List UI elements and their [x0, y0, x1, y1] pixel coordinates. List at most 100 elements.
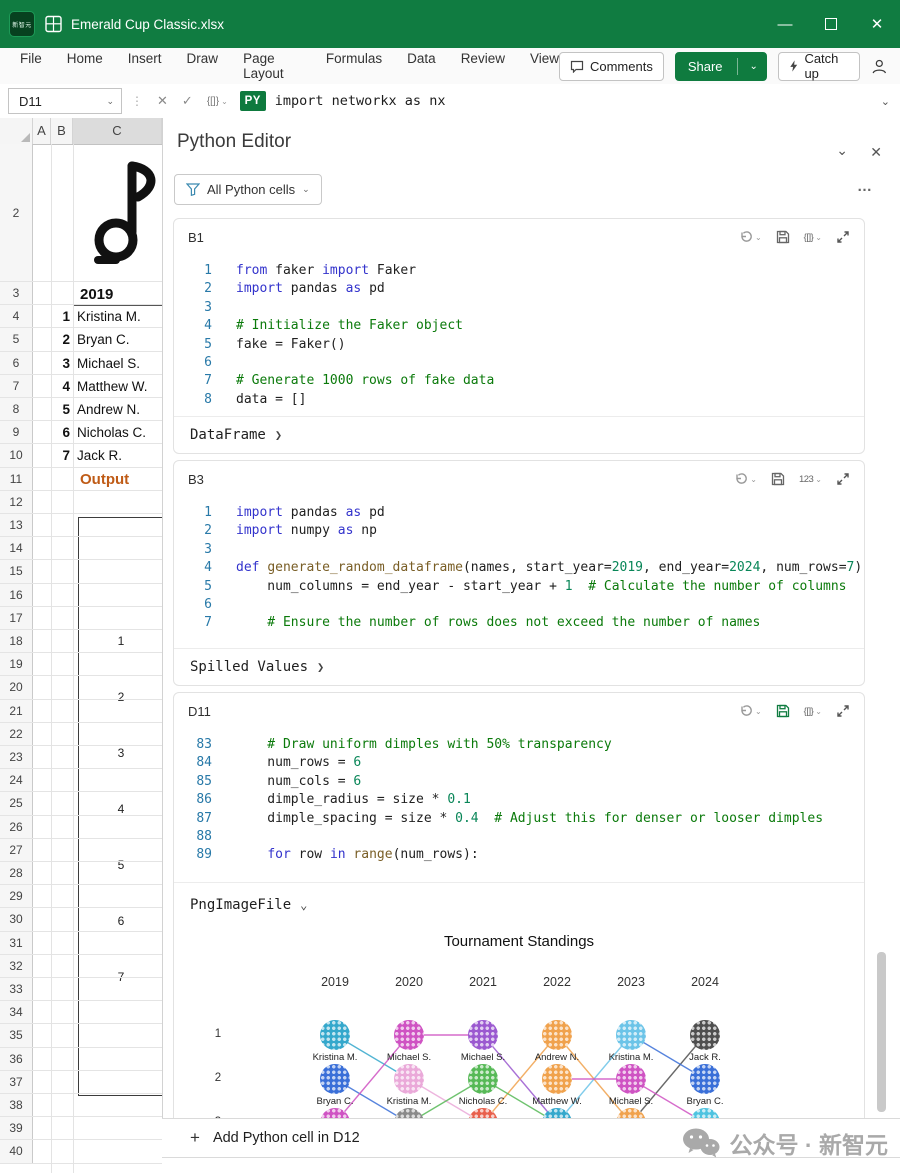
- row-header-8[interactable]: 8: [0, 398, 33, 420]
- share-dropdown-icon[interactable]: ⌄: [744, 61, 766, 72]
- python-cell-card-D11[interactable]: D11⌄{[]}⌄83 # Draw uniform dimples with …: [173, 692, 865, 1162]
- ribbon-tab-data[interactable]: Data: [407, 51, 436, 81]
- result-type-icon[interactable]: 123⌄: [799, 474, 822, 485]
- cell-output-row[interactable]: DataFrame❯: [174, 416, 864, 453]
- cell-player-name[interactable]: Nicholas C.: [77, 421, 146, 444]
- row-header-25[interactable]: 25: [0, 792, 33, 814]
- row-header-3[interactable]: 3: [0, 282, 33, 304]
- row-header-16[interactable]: 16: [0, 584, 33, 606]
- undo-icon[interactable]: ⌄: [739, 704, 762, 718]
- save-icon[interactable]: [776, 704, 790, 718]
- python-cell-card-B3[interactable]: B3⌄123⌄1import pandas as pd2import numpy…: [173, 460, 865, 686]
- ribbon-tab-review[interactable]: Review: [461, 51, 505, 81]
- row-header-33[interactable]: 33: [0, 978, 33, 1000]
- python-cell-card-B1[interactable]: B1⌄{[]}⌄1from faker import Faker2import …: [173, 218, 865, 454]
- code-editor[interactable]: 1from faker import Faker2import pandas a…: [174, 255, 864, 409]
- cell-output-row[interactable]: PngImageFile⌄: [174, 882, 864, 927]
- cell-rank[interactable]: 6: [51, 421, 70, 444]
- row-header-9[interactable]: 9: [0, 421, 33, 443]
- cell-player-name[interactable]: Matthew W.: [77, 375, 148, 398]
- ribbon-tab-home[interactable]: Home: [67, 51, 103, 81]
- row-header-11[interactable]: 11: [0, 468, 33, 490]
- row-header-29[interactable]: 29: [0, 885, 33, 907]
- spreadsheet[interactable]: ABC 2019 Output 1234567 2345678910111213…: [0, 118, 162, 1173]
- more-options-icon[interactable]: …: [857, 178, 872, 195]
- comments-button[interactable]: Comments: [559, 52, 664, 81]
- row-header-24[interactable]: 24: [0, 769, 33, 791]
- cell-player-name[interactable]: Jack R.: [77, 444, 122, 467]
- code-editor[interactable]: 83 # Draw uniform dimples with 50% trans…: [174, 729, 864, 882]
- expand-icon[interactable]: [836, 472, 850, 486]
- formula-input[interactable]: import networkx as nx: [275, 93, 446, 109]
- catch-up-button[interactable]: Catch up: [778, 52, 860, 81]
- result-type-icon[interactable]: {[]}⌄: [804, 706, 822, 717]
- cell-rank[interactable]: 7: [51, 444, 70, 467]
- row-header-10[interactable]: 10: [0, 444, 33, 466]
- pane-scrollbar[interactable]: [877, 952, 886, 1112]
- cell-rank[interactable]: 1: [51, 305, 70, 328]
- row-header-22[interactable]: 22: [0, 723, 33, 745]
- ribbon-tab-file[interactable]: File: [20, 51, 42, 81]
- cell-player-name[interactable]: Kristina M.: [77, 305, 141, 328]
- expand-icon[interactable]: [836, 704, 850, 718]
- confirm-icon[interactable]: ✓: [182, 93, 193, 109]
- row-header-6[interactable]: 6: [0, 352, 33, 374]
- column-header-C[interactable]: C: [73, 118, 162, 144]
- formula-expand-icon[interactable]: ⌄: [881, 95, 890, 108]
- row-header-2[interactable]: 2: [0, 144, 33, 281]
- cell-player-name[interactable]: Andrew N.: [77, 398, 140, 421]
- row-header-12[interactable]: 12: [0, 491, 33, 513]
- row-header-28[interactable]: 28: [0, 862, 33, 884]
- sheet-grid[interactable]: 2019 Output 1234567 23456789101112131415…: [0, 144, 162, 1173]
- ribbon-tab-insert[interactable]: Insert: [128, 51, 162, 81]
- undo-icon[interactable]: ⌄: [734, 472, 757, 486]
- ribbon-tab-draw[interactable]: Draw: [187, 51, 219, 81]
- cell-output-row[interactable]: Spilled Values❯: [174, 648, 864, 685]
- row-header-20[interactable]: 20: [0, 676, 33, 698]
- row-header-26[interactable]: 26: [0, 816, 33, 838]
- person-icon[interactable]: [871, 57, 888, 76]
- row-header-40[interactable]: 40: [0, 1140, 33, 1162]
- cell-rank[interactable]: 5: [51, 398, 70, 421]
- close-button[interactable]: ✕: [854, 0, 900, 48]
- row-header-35[interactable]: 35: [0, 1024, 33, 1046]
- collapse-pane-icon[interactable]: ⌄: [836, 142, 848, 159]
- cancel-icon[interactable]: ✕: [157, 93, 168, 109]
- cell-player-name[interactable]: Bryan C.: [77, 328, 130, 351]
- row-header-32[interactable]: 32: [0, 955, 33, 977]
- python-cells-filter[interactable]: All Python cells ⌄: [174, 174, 322, 205]
- cell-rank[interactable]: 3: [51, 352, 70, 375]
- share-button[interactable]: Share ⌄: [675, 52, 767, 81]
- name-box[interactable]: D11 ⌄: [8, 88, 122, 114]
- row-header-30[interactable]: 30: [0, 908, 33, 930]
- cell-rank[interactable]: 2: [51, 328, 70, 351]
- row-header-21[interactable]: 21: [0, 700, 33, 722]
- row-header-15[interactable]: 15: [0, 560, 33, 582]
- select-all-corner[interactable]: [0, 118, 33, 144]
- row-header-36[interactable]: 36: [0, 1048, 33, 1070]
- cell-rank[interactable]: 4: [51, 375, 70, 398]
- formula-bar-handle[interactable]: ⋮: [131, 94, 143, 108]
- save-icon[interactable]: [771, 472, 785, 486]
- expand-icon[interactable]: [836, 230, 850, 244]
- result-type-icon[interactable]: {[]}⌄: [804, 232, 822, 243]
- row-header-17[interactable]: 17: [0, 607, 33, 629]
- close-pane-icon[interactable]: ✕: [870, 144, 882, 161]
- save-icon[interactable]: [776, 230, 790, 244]
- row-header-38[interactable]: 38: [0, 1094, 33, 1116]
- undo-icon[interactable]: ⌄: [739, 230, 762, 244]
- row-header-27[interactable]: 27: [0, 839, 33, 861]
- ribbon-tab-page-layout[interactable]: Page Layout: [243, 51, 301, 81]
- row-header-7[interactable]: 7: [0, 375, 33, 397]
- ribbon-tab-formulas[interactable]: Formulas: [326, 51, 382, 81]
- row-header-34[interactable]: 34: [0, 1001, 33, 1023]
- insert-object-icon[interactable]: {[]} ⌄: [207, 96, 228, 107]
- row-header-37[interactable]: 37: [0, 1071, 33, 1093]
- row-header-14[interactable]: 14: [0, 537, 33, 559]
- row-header-4[interactable]: 4: [0, 305, 33, 327]
- row-header-18[interactable]: 18: [0, 630, 33, 652]
- cell-player-name[interactable]: Michael S.: [77, 352, 140, 375]
- row-header-19[interactable]: 19: [0, 653, 33, 675]
- maximize-button[interactable]: [808, 0, 854, 48]
- row-header-5[interactable]: 5: [0, 328, 33, 350]
